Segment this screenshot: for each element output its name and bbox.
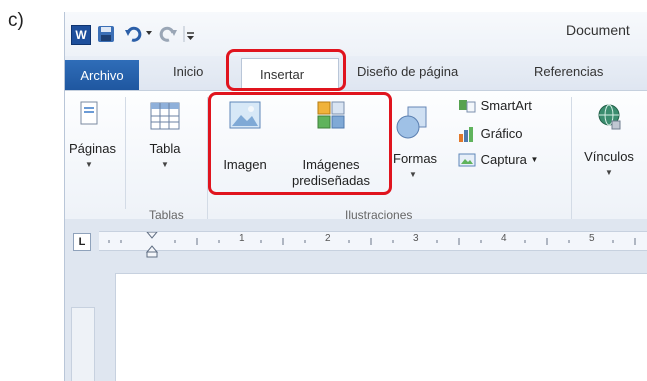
ruler-number: 2 xyxy=(325,233,331,244)
vertical-ruler[interactable] xyxy=(71,307,95,381)
redo-icon[interactable] xyxy=(159,24,179,44)
vinculos-label: Vínculos xyxy=(584,149,634,164)
ruler-number: 1 xyxy=(239,233,245,244)
ruler-number: 5 xyxy=(589,233,595,244)
grafico-label: Gráfico xyxy=(480,126,523,141)
paginas-label: Páginas xyxy=(69,141,116,156)
screenshot-icon xyxy=(458,153,476,167)
tab-diseno-de-pagina[interactable]: Diseño de página xyxy=(357,64,458,79)
undo-dropdown-icon[interactable] xyxy=(145,28,153,38)
images-highlight xyxy=(208,92,392,195)
tab-inicio[interactable]: Inicio xyxy=(173,64,203,79)
vinculos-button[interactable]: Vínculos ▼ xyxy=(577,101,641,181)
figure-caption: c) xyxy=(8,10,24,31)
captura-label: Captura xyxy=(480,152,527,167)
table-icon xyxy=(150,102,180,130)
vinculos-dropdown-icon: ▼ xyxy=(605,168,613,177)
chart-icon xyxy=(459,127,473,142)
tabla-button[interactable]: Tabla ▼ xyxy=(145,99,185,173)
formas-dropdown-icon: ▼ xyxy=(409,170,417,179)
title-bar: W Document xyxy=(65,12,647,56)
paginas-button[interactable]: Páginas ▼ xyxy=(69,99,116,173)
separator xyxy=(125,97,126,209)
links-icon xyxy=(598,104,621,130)
word-window: W Document Archivo Inicio Insertar Diseñ… xyxy=(64,12,647,381)
ruler-number: 3 xyxy=(413,233,419,244)
insertar-highlight xyxy=(226,49,346,91)
ruler-number: 4 xyxy=(501,233,507,244)
smartart-label: SmartArt xyxy=(480,98,532,113)
ribbon-tabs: Archivo Inicio Insertar Diseño de página… xyxy=(65,56,647,91)
grafico-button[interactable]: Gráfico xyxy=(457,125,559,145)
shapes-icon xyxy=(396,106,427,139)
formas-button[interactable]: Formas ▼ xyxy=(393,105,438,183)
word-app-icon[interactable]: W xyxy=(71,25,91,45)
paginas-dropdown-icon: ▼ xyxy=(85,160,93,169)
pages-icon xyxy=(80,101,98,125)
document-area: L 1 2 3 4 5 xyxy=(65,219,647,381)
customize-toolbar-icon[interactable] xyxy=(183,24,195,44)
tabla-dropdown-icon: ▼ xyxy=(161,160,169,169)
save-icon[interactable] xyxy=(97,25,115,43)
smartart-button[interactable]: SmartArt xyxy=(457,97,559,117)
smartart-icon xyxy=(459,100,476,113)
document-page[interactable] xyxy=(115,273,647,381)
horizontal-ruler[interactable]: 1 2 3 4 5 xyxy=(99,231,647,258)
tab-archivo[interactable]: Archivo xyxy=(65,60,139,90)
tabla-label: Tabla xyxy=(149,141,181,156)
undo-icon[interactable] xyxy=(123,24,143,44)
indent-marker-icon[interactable] xyxy=(145,231,159,263)
tab-selector[interactable]: L xyxy=(73,233,91,251)
document-title: Document xyxy=(566,22,630,38)
separator xyxy=(571,97,572,221)
ruler-ticks xyxy=(108,238,636,245)
formas-label: Formas xyxy=(393,151,438,166)
captura-dropdown-icon: ▼ xyxy=(530,155,539,164)
tab-referencias[interactable]: Referencias xyxy=(534,64,603,79)
captura-button[interactable]: Captura ▼ xyxy=(457,151,567,171)
